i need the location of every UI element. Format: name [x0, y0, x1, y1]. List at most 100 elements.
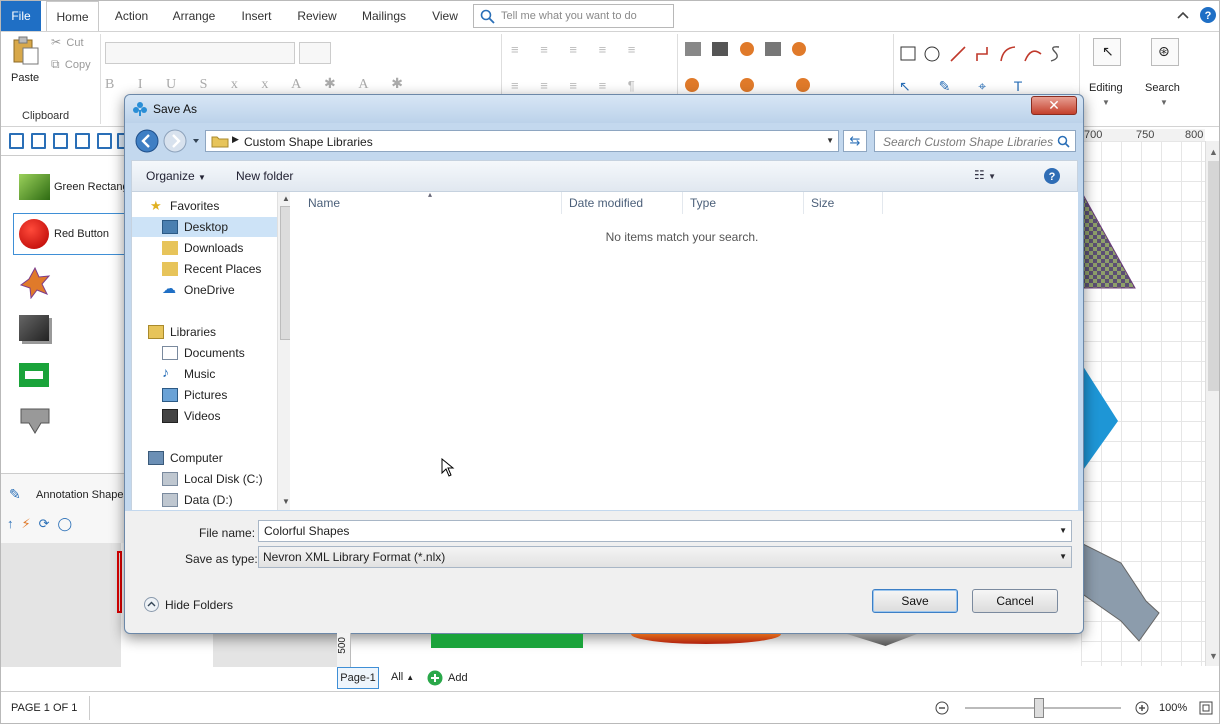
fit-page-icon[interactable] — [1199, 701, 1213, 715]
tab-file[interactable]: File — [1, 1, 41, 31]
add-page-button[interactable]: Add — [427, 669, 487, 687]
back-button[interactable] — [133, 128, 158, 154]
scroll-down-icon[interactable]: ▼ — [282, 497, 290, 506]
checkered-triangle-shape[interactable] — [1081, 191, 1141, 291]
editing-button[interactable]: ↖ Editing ▼ — [1089, 38, 1125, 118]
search-input[interactable]: Search Custom Shape Libraries — [874, 130, 1076, 152]
drawing-canvas[interactable] — [1081, 141, 1206, 666]
nav-videos[interactable]: Videos — [132, 406, 277, 426]
gear-icon[interactable] — [685, 78, 699, 92]
file-list[interactable]: Name ▴ Date modified Type Size No items m… — [290, 190, 1078, 510]
cut-button[interactable]: ✂ Cut — [51, 35, 84, 51]
tab-action[interactable]: Action — [109, 1, 154, 31]
collapse-ribbon-icon[interactable] — [1177, 10, 1189, 20]
close-button[interactable]: ✕ — [1031, 96, 1077, 115]
nav-computer[interactable]: Computer — [132, 448, 277, 468]
refresh-button[interactable]: ⇆ — [843, 130, 867, 152]
column-header-type[interactable]: Type — [684, 192, 804, 214]
nav-data-disk[interactable]: Data (D:) — [132, 490, 277, 510]
tab-page-1[interactable]: Page-1 — [337, 667, 379, 689]
column-header-date-modified[interactable]: Date modified — [563, 192, 683, 214]
image-fill-icon[interactable] — [712, 42, 729, 56]
tab-home[interactable]: Home — [46, 1, 99, 32]
nav-pictures[interactable]: Pictures — [132, 385, 277, 405]
orange-ellipse-partial[interactable] — [631, 634, 781, 644]
gear-icon[interactable] — [739, 42, 754, 56]
vertical-scrollbar[interactable]: ▲ ▼ — [1205, 141, 1219, 666]
view-options-button[interactable]: ☷ ▼ — [974, 168, 1016, 184]
new-icon[interactable] — [31, 133, 46, 149]
forward-button[interactable] — [161, 128, 186, 154]
gear-icon[interactable] — [740, 78, 755, 92]
paste-button[interactable]: Paste — [7, 36, 45, 88]
address-bar[interactable]: ▶ Custom Shape Libraries ▼ — [205, 130, 839, 152]
gray-arrow-partial[interactable] — [847, 634, 917, 646]
organize-button[interactable]: Organize ▼ — [146, 169, 206, 183]
nav-music[interactable]: ♪ Music — [132, 364, 277, 384]
column-header-size[interactable]: Size — [805, 192, 883, 214]
copy-button[interactable]: ⧉ Copy — [51, 57, 91, 73]
save-library-icon[interactable] — [75, 133, 90, 149]
green-frame-thumb[interactable] — [19, 363, 49, 387]
nav-local-disk[interactable]: Local Disk (C:) — [132, 469, 277, 489]
save-type-select[interactable]: Nevron XML Library Format (*.nlx) ▼ — [258, 546, 1072, 568]
nav-desktop[interactable]: Desktop — [132, 217, 277, 237]
font-family-select[interactable] — [105, 42, 295, 64]
tab-mailings[interactable]: Mailings — [356, 1, 412, 31]
open-icon[interactable] — [53, 133, 68, 149]
chevron-down-icon[interactable]: ▼ — [826, 136, 834, 145]
tab-arrange[interactable]: Arrange — [169, 1, 219, 31]
scrollbar-thumb[interactable] — [1208, 161, 1219, 391]
nav-label: Libraries — [170, 325, 217, 339]
library-item-red-button[interactable]: Red Button — [13, 213, 125, 255]
fill-icon[interactable] — [685, 42, 701, 56]
shadow-icon[interactable] — [765, 42, 782, 56]
tell-me-box[interactable]: Tell me what you want to do — [473, 4, 674, 28]
annotation-shapes-header[interactable]: ✎ Annotation Shapes — [9, 486, 129, 506]
new-folder-button[interactable]: New folder — [236, 169, 293, 183]
arrow-down-thumb[interactable] — [19, 407, 51, 435]
green-shape-partial[interactable] — [431, 634, 583, 648]
nav-documents[interactable]: Documents — [132, 343, 277, 363]
shape-tools[interactable] — [899, 44, 1079, 64]
tab-insert[interactable]: Insert — [234, 1, 279, 31]
font-size-select[interactable] — [299, 42, 331, 64]
blue-diamond-shape[interactable] — [1081, 363, 1121, 473]
hide-folders-button[interactable]: Hide Folders — [144, 596, 244, 614]
dialog-title-bar[interactable]: Save As ✕ — [125, 95, 1083, 123]
zoom-slider-thumb[interactable] — [1034, 698, 1044, 718]
gear-icon[interactable] — [792, 42, 807, 56]
cancel-button[interactable]: Cancel — [972, 589, 1058, 613]
recent-locations-button[interactable] — [187, 132, 201, 150]
tab-view[interactable]: View — [425, 1, 465, 31]
scroll-up-icon[interactable]: ▲ — [282, 194, 290, 203]
all-pages-button[interactable]: All ▲ — [391, 671, 414, 683]
file-name-input[interactable]: Colorful Shapes ▼ — [258, 520, 1072, 542]
chevron-down-icon[interactable]: ▼ — [1059, 526, 1067, 535]
save-icon[interactable] — [9, 133, 24, 149]
nav-favorites[interactable]: ★ Favorites — [132, 196, 277, 216]
nav-downloads[interactable]: Downloads — [132, 238, 277, 258]
search-icon — [480, 9, 495, 24]
save-button[interactable]: Save — [872, 589, 958, 613]
nav-libraries[interactable]: Libraries — [132, 322, 277, 342]
library-item-green-rectangle[interactable]: Green Rectangle — [13, 170, 137, 210]
tab-review[interactable]: Review — [291, 1, 343, 31]
column-header-name[interactable]: Name ▴ — [290, 190, 562, 214]
save-as-icon[interactable] — [97, 133, 112, 149]
help-icon[interactable]: ? — [1199, 6, 1217, 24]
chevron-down-icon[interactable]: ▼ — [1059, 552, 1067, 561]
scroll-up-icon[interactable]: ▲ — [1209, 147, 1218, 157]
star-shape-thumb[interactable] — [19, 267, 51, 299]
nav-onedrive[interactable]: ☁ OneDrive — [132, 280, 277, 300]
photo-arrow-shape[interactable] — [1081, 543, 1161, 643]
help-icon[interactable]: ? — [1043, 167, 1061, 185]
gear-icon[interactable] — [795, 78, 810, 92]
scroll-down-icon[interactable]: ▼ — [1209, 651, 1218, 661]
annotation-shape-icons[interactable]: ↑⚡⟳◯ — [7, 516, 125, 536]
zoom-in-icon[interactable] — [1135, 701, 1149, 715]
shadow-box-thumb[interactable] — [19, 315, 49, 341]
search-button[interactable]: ⊛ Search ▼ — [1145, 38, 1185, 118]
zoom-out-icon[interactable] — [935, 701, 949, 715]
nav-recent-places[interactable]: Recent Places — [132, 259, 277, 279]
